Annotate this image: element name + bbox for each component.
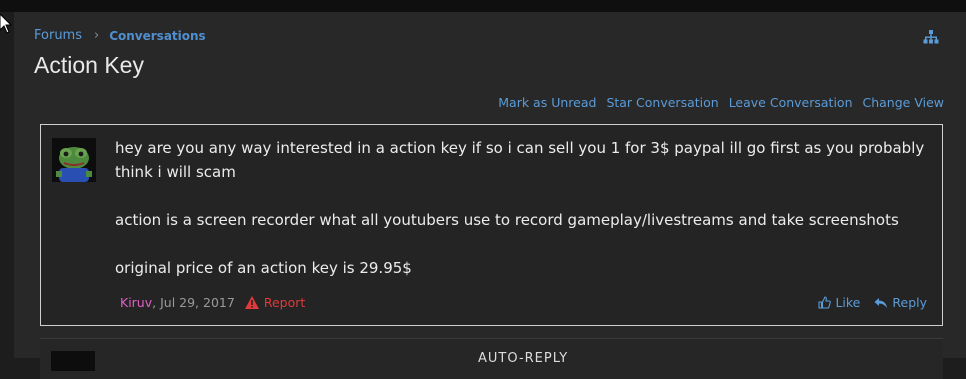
sitemap-icon[interactable] bbox=[923, 29, 939, 45]
meta-comma: , bbox=[152, 295, 161, 310]
report-label: Report bbox=[263, 295, 306, 310]
leave-conversation-button[interactable]: Leave Conversation bbox=[729, 95, 853, 110]
top-strip bbox=[0, 0, 966, 12]
like-label: Like bbox=[835, 295, 861, 310]
conversation-panel: Forums › Conversations Action Key Mark a… bbox=[14, 12, 966, 379]
message: hey are you any way interested in a acti… bbox=[40, 124, 943, 326]
breadcrumb-forums[interactable]: Forums bbox=[34, 28, 82, 43]
message-paragraph: hey are you any way interested in a acti… bbox=[115, 139, 925, 181]
reply-button[interactable]: Reply bbox=[874, 295, 927, 310]
breadcrumb-conversations[interactable]: Conversations bbox=[109, 29, 206, 43]
next-avatar[interactable] bbox=[51, 351, 95, 371]
breadcrumb: Forums › Conversations bbox=[34, 28, 206, 43]
conversation-actions: Mark as Unread Star Conversation Leave C… bbox=[498, 95, 944, 110]
reply-icon bbox=[874, 297, 888, 308]
avatar-frog bbox=[52, 138, 96, 182]
like-button[interactable]: Like bbox=[818, 295, 860, 310]
message-body: hey are you any way interested in a acti… bbox=[115, 136, 935, 304]
message-actions: Like Reply bbox=[818, 295, 927, 310]
change-view-button[interactable]: Change View bbox=[863, 95, 945, 110]
message-date[interactable]: Jul 29, 2017 bbox=[160, 295, 235, 310]
message-meta: Kiruv, Jul 29, 2017 Report bbox=[120, 295, 305, 310]
avatar[interactable] bbox=[52, 138, 96, 182]
author-link[interactable]: Kiruv bbox=[120, 295, 152, 310]
breadcrumb-separator-icon: › bbox=[94, 28, 100, 43]
message-paragraph: original price of an action key is 29.95… bbox=[115, 259, 412, 277]
next-message: AUTO-REPLY bbox=[40, 338, 943, 379]
report-button[interactable]: Report bbox=[244, 295, 306, 310]
message-paragraph: action is a screen recorder what all you… bbox=[115, 211, 899, 229]
warning-icon bbox=[244, 296, 259, 309]
next-message-preview: AUTO-REPLY bbox=[478, 351, 569, 366]
thumbs-up-icon bbox=[818, 296, 832, 309]
page-title: Action Key bbox=[34, 52, 144, 78]
reply-label: Reply bbox=[892, 295, 927, 310]
cursor-icon bbox=[0, 14, 12, 34]
mark-unread-button[interactable]: Mark as Unread bbox=[498, 95, 596, 110]
star-conversation-button[interactable]: Star Conversation bbox=[606, 95, 718, 110]
